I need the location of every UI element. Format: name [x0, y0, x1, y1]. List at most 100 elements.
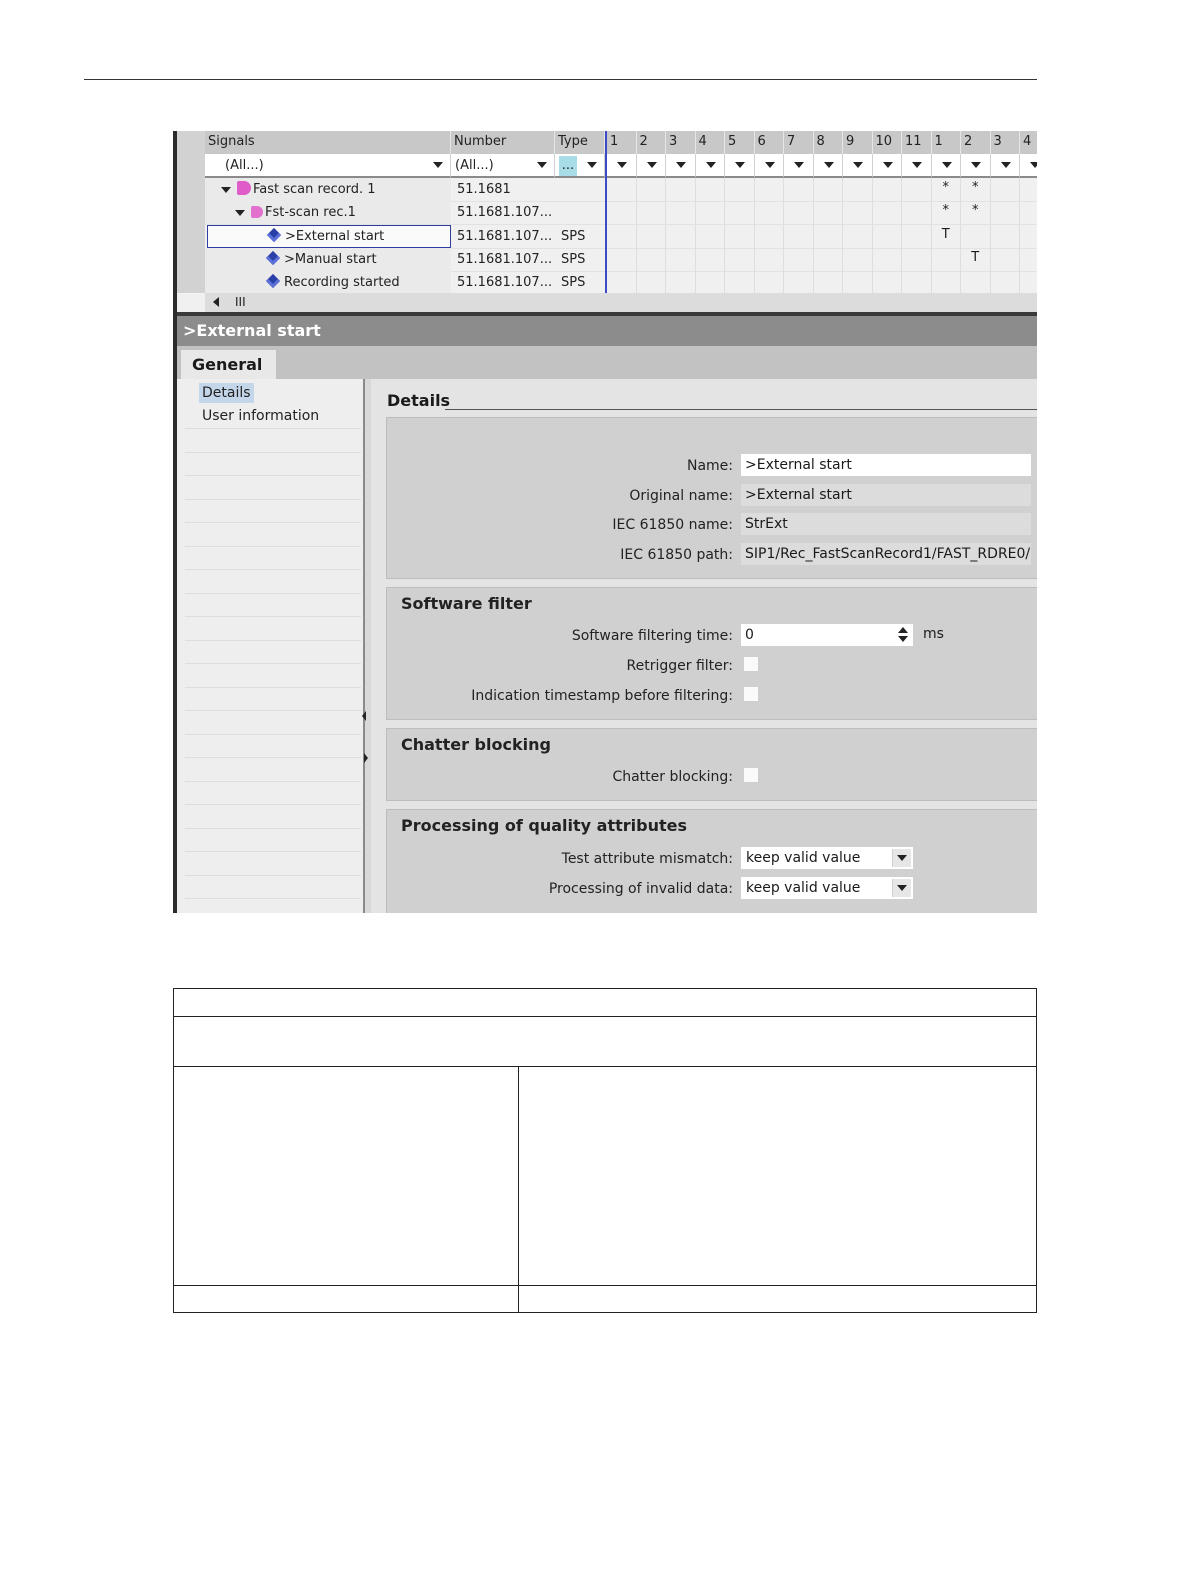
time-column-header[interactable]: 3 — [666, 131, 696, 154]
time-column-header[interactable]: 1 — [607, 131, 637, 154]
time-column-header[interactable]: 2 — [961, 131, 991, 154]
chevron-down-icon[interactable] — [882, 162, 893, 168]
collapse-left-icon[interactable] — [362, 711, 366, 721]
time-column-header[interactable]: 4 — [695, 131, 725, 154]
nav-row-line — [185, 451, 361, 453]
column-header-number[interactable]: Number — [451, 131, 555, 154]
pane-splitter[interactable] — [363, 379, 371, 913]
table-row[interactable]: Fast scan record. 1 51.1681 * * — [205, 178, 1037, 202]
time-cell — [814, 271, 843, 294]
horizontal-scrollbar[interactable]: III — [205, 293, 1037, 312]
time-column-header[interactable]: 5 — [725, 131, 755, 154]
time-column-filter[interactable] — [754, 154, 784, 178]
row-header[interactable] — [177, 225, 205, 249]
test-mismatch-select[interactable]: keep valid value — [741, 847, 913, 869]
time-column-header[interactable]: 3 — [990, 131, 1020, 154]
time-column-header[interactable]: 9 — [843, 131, 873, 154]
invalid-data-select[interactable]: keep valid value — [741, 877, 913, 899]
time-cell — [696, 225, 725, 248]
name-field[interactable]: >External start — [741, 454, 1031, 476]
retrigger-label: Retrigger filter: — [626, 658, 733, 674]
retrigger-checkbox[interactable] — [743, 656, 759, 672]
chevron-down-icon[interactable] — [433, 162, 443, 168]
time-column-header[interactable]: 1 — [931, 131, 961, 154]
time-column-filter[interactable] — [725, 154, 755, 178]
time-column-header[interactable]: 4 — [1020, 131, 1037, 154]
row-header[interactable] — [177, 248, 205, 272]
table-row[interactable]: Fst-scan rec.1 51.1681.107... * * — [205, 201, 1037, 225]
table-rule — [174, 1066, 1036, 1067]
dropdown-button[interactable] — [892, 879, 911, 897]
time-column-filter[interactable] — [695, 154, 725, 178]
time-column-header[interactable]: 7 — [784, 131, 814, 154]
chevron-down-icon[interactable] — [971, 162, 981, 168]
chevron-down-icon[interactable] — [587, 162, 597, 168]
dropdown-button[interactable] — [892, 849, 911, 867]
chevron-down-icon[interactable] — [897, 885, 907, 891]
chevron-down-icon[interactable] — [941, 162, 952, 168]
column-header-signals[interactable]: Signals — [205, 131, 451, 154]
row-header[interactable] — [177, 178, 205, 202]
filter-signals[interactable]: (All...) — [205, 154, 451, 178]
time-cell — [725, 271, 755, 294]
time-column-filter[interactable] — [990, 154, 1020, 178]
time-column-filter[interactable] — [636, 154, 666, 178]
chevron-down-icon[interactable] — [1030, 162, 1037, 168]
chevron-down-icon[interactable] — [705, 162, 716, 168]
time-column-filter[interactable] — [1020, 154, 1037, 178]
filter-time-stepper[interactable]: 0 — [741, 624, 913, 646]
time-column-filter[interactable] — [961, 154, 991, 178]
time-column-header[interactable]: 6 — [754, 131, 784, 154]
time-column-header[interactable]: 2 — [636, 131, 666, 154]
expand-caret-icon[interactable] — [235, 209, 245, 216]
time-column-filter[interactable] — [666, 154, 696, 178]
timestamp-checkbox[interactable] — [743, 686, 759, 702]
signal-cell[interactable]: >External start — [207, 225, 451, 248]
time-column-filter[interactable] — [902, 154, 932, 178]
expand-caret-icon[interactable] — [221, 186, 231, 193]
time-cell — [637, 201, 666, 224]
time-column-filter[interactable] — [843, 154, 873, 178]
time-column-header[interactable]: 10 — [872, 131, 902, 154]
chevron-down-icon[interactable] — [912, 162, 922, 168]
column-header-type[interactable]: Type — [555, 131, 605, 154]
chevron-down-icon[interactable] — [764, 162, 775, 168]
filter-number[interactable]: (All...) — [451, 154, 555, 178]
time-column-filter[interactable] — [931, 154, 961, 178]
heading-rule — [445, 409, 1037, 410]
chevron-down-icon[interactable] — [898, 636, 908, 642]
stepper-buttons[interactable] — [895, 626, 911, 644]
chevron-down-icon[interactable] — [823, 162, 834, 168]
chevron-down-icon[interactable] — [1000, 162, 1011, 168]
row-header[interactable] — [177, 271, 205, 294]
table-row[interactable]: >Manual start 51.1681.107... SPS T — [205, 248, 1037, 272]
time-column-filter[interactable] — [784, 154, 814, 178]
expand-right-icon[interactable] — [364, 753, 368, 763]
chevron-down-icon[interactable] — [794, 162, 804, 168]
scroll-left-icon[interactable] — [213, 297, 219, 307]
chevron-up-icon[interactable] — [898, 627, 908, 633]
chevron-down-icon[interactable] — [617, 162, 627, 168]
scroll-thumb[interactable]: III — [235, 293, 246, 312]
filter-type[interactable]: ... — [555, 154, 605, 178]
chevron-down-icon[interactable] — [676, 162, 686, 168]
table-row-selected[interactable]: >External start 51.1681.107... SPS T — [205, 225, 1037, 249]
tab-general[interactable]: General — [181, 350, 276, 379]
nav-item-user-information[interactable]: User information — [199, 406, 322, 426]
time-column-filter[interactable] — [607, 154, 637, 178]
chevron-down-icon[interactable] — [897, 855, 907, 861]
chevron-down-icon[interactable] — [853, 162, 863, 168]
time-cell — [755, 225, 784, 248]
nav-item-details[interactable]: Details — [199, 383, 254, 403]
time-column-filter[interactable] — [813, 154, 843, 178]
chevron-down-icon[interactable] — [646, 162, 657, 168]
time-column-header[interactable]: 8 — [813, 131, 843, 154]
time-column-header[interactable]: 11 — [902, 131, 932, 154]
chatter-blocking-checkbox[interactable] — [743, 767, 759, 783]
record-icon — [251, 206, 263, 218]
row-header[interactable] — [177, 201, 205, 226]
time-column-filter[interactable] — [872, 154, 902, 178]
chevron-down-icon[interactable] — [537, 162, 547, 168]
table-row[interactable]: Recording started 51.1681.107... SPS — [205, 271, 1037, 295]
chevron-down-icon[interactable] — [735, 162, 745, 168]
